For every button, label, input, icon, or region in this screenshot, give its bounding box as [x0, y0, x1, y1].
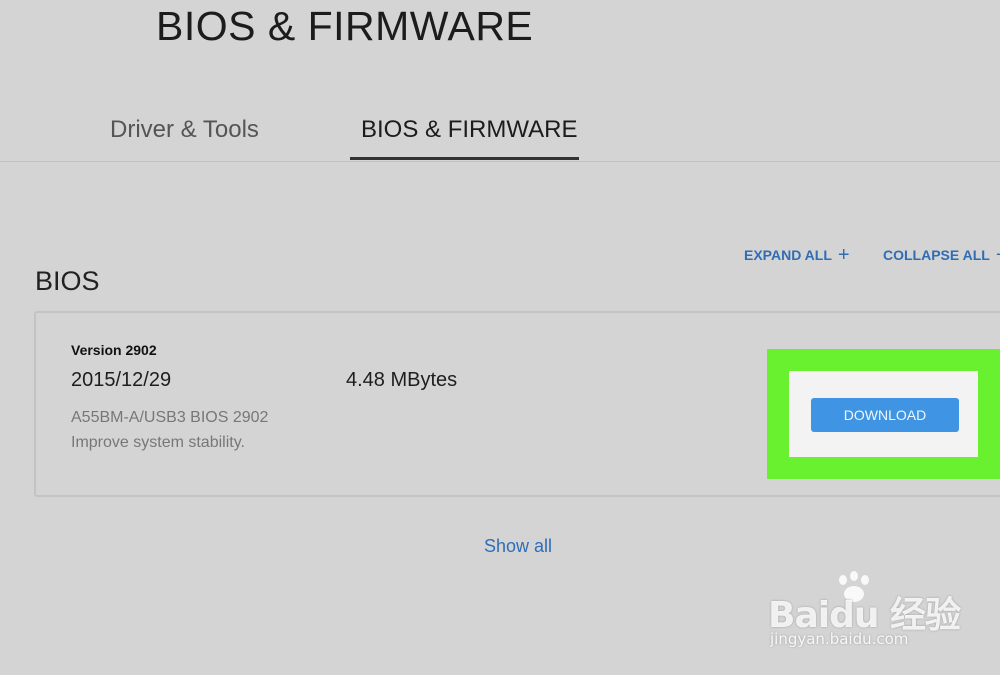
active-tab-indicator [350, 157, 579, 160]
download-panel: DOWNLOAD [789, 371, 978, 457]
download-highlight: DOWNLOAD [767, 349, 1000, 479]
page-title: BIOS & FIRMWARE [156, 3, 534, 49]
expand-all-button[interactable]: EXPAND ALL + [744, 243, 850, 266]
expand-all-label: EXPAND ALL [744, 247, 832, 263]
tab-driver-tools[interactable]: Driver & Tools [110, 116, 259, 144]
bios-file-size: 4.48 MBytes [346, 369, 458, 391]
bios-release-note: Improve system stability. [71, 434, 245, 451]
tab-bios-firmware[interactable]: BIOS & FIRMWARE [361, 116, 577, 144]
bios-version: Version 2902 [71, 342, 157, 358]
bios-release-date: 2015/12/29 [71, 369, 172, 391]
show-all-link[interactable]: Show all [484, 536, 552, 557]
baidu-watermark: Baidu 经验 jingyan.baidu.com [768, 570, 968, 660]
watermark-url: jingyan.baidu.com [770, 630, 909, 648]
collapse-all-label: COLLAPSE ALL [883, 247, 990, 263]
download-button[interactable]: DOWNLOAD [811, 398, 959, 432]
plus-icon: + [837, 244, 850, 266]
tab-bar: Driver & Tools BIOS & FIRMWARE [0, 108, 1000, 162]
bios-model-description: A55BM-A/USB3 BIOS 2902 [71, 409, 269, 426]
section-title-bios: BIOS [35, 266, 100, 296]
collapse-all-button[interactable]: COLLAPSE ALL− [883, 243, 1000, 266]
minus-icon: − [996, 244, 1000, 266]
